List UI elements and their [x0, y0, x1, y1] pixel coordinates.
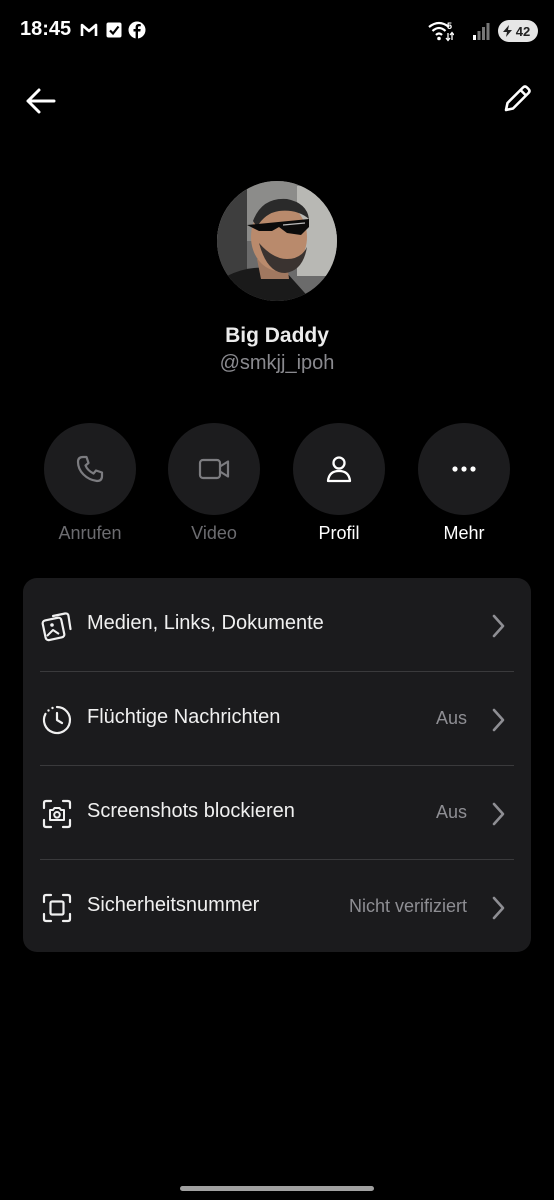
timer-icon [42, 705, 72, 735]
settings-row-label: Medien, Links, Dokumente [87, 612, 324, 634]
more-action-label: Mehr [443, 523, 485, 543]
facebook-notification-icon [128, 21, 146, 39]
video-action-label: Video [191, 523, 237, 543]
back-button[interactable] [24, 84, 58, 118]
settings-row-disappearing-messages[interactable]: Flüchtige Nachrichten Aus [23, 672, 531, 765]
settings-row-label: Sicherheitsnummer [87, 894, 260, 916]
cell-signal-icon [473, 23, 490, 40]
chevron-right-icon [492, 614, 505, 638]
status-bar: 18:45 5 42 [0, 0, 554, 62]
home-indicator[interactable] [180, 1186, 374, 1191]
contact-avatar[interactable] [217, 181, 337, 301]
settings-row-value: Aus [435, 802, 467, 822]
battery-indicator: 42 [498, 20, 538, 42]
edit-pencil-button[interactable] [500, 82, 534, 116]
person-icon [326, 456, 352, 483]
settings-row-media[interactable]: Medien, Links, Dokumente [23, 578, 531, 671]
profile-action-circle[interactable] [293, 423, 385, 515]
video-action-circle[interactable] [168, 423, 260, 515]
settings-row-label: Flüchtige Nachrichten [87, 706, 281, 728]
media-gallery-icon [41, 612, 72, 642]
chevron-right-icon [492, 708, 505, 732]
gmail-notification-icon [80, 23, 98, 36]
screenshot-camera-icon [42, 799, 72, 829]
conversation-settings-card: Medien, Links, Dokumente Flüchtige Nachr… [23, 578, 531, 952]
charging-bolt-icon [503, 25, 512, 37]
call-action-button[interactable]: Anrufen [44, 423, 136, 553]
video-action-button[interactable]: Video [168, 423, 260, 553]
profile-action-button[interactable]: Profil [293, 423, 385, 553]
settings-row-value: Aus [435, 708, 467, 728]
chevron-right-icon [492, 896, 505, 920]
settings-row-safety-number[interactable]: Sicherheitsnummer Nicht verifiziert [23, 860, 531, 953]
video-icon [198, 458, 230, 480]
call-action-label: Anrufen [58, 523, 122, 543]
battery-level: 42 [515, 23, 531, 39]
contact-handle: @smkjj_ipoh [219, 352, 335, 374]
more-icon [452, 466, 476, 472]
call-action-circle[interactable] [44, 423, 136, 515]
avatar-photo [217, 181, 337, 301]
network-type-label: 5 [447, 21, 452, 31]
chevron-right-icon [492, 802, 505, 826]
phone-icon [76, 455, 104, 483]
wifi-icon: 5 [428, 21, 454, 42]
contact-name: Big Daddy [225, 324, 329, 347]
checklist-notification-icon [106, 22, 122, 38]
settings-row-label: Screenshots blockieren [87, 800, 295, 822]
more-action-circle[interactable] [418, 423, 510, 515]
profile-action-label: Profil [318, 523, 360, 543]
more-action-button[interactable]: Mehr [418, 423, 510, 553]
settings-row-screenshot-block[interactable]: Screenshots blockieren Aus [23, 766, 531, 859]
safety-number-icon [42, 893, 72, 923]
settings-row-value: Nicht verifiziert [348, 896, 467, 916]
status-time: 18:45 [20, 18, 72, 40]
